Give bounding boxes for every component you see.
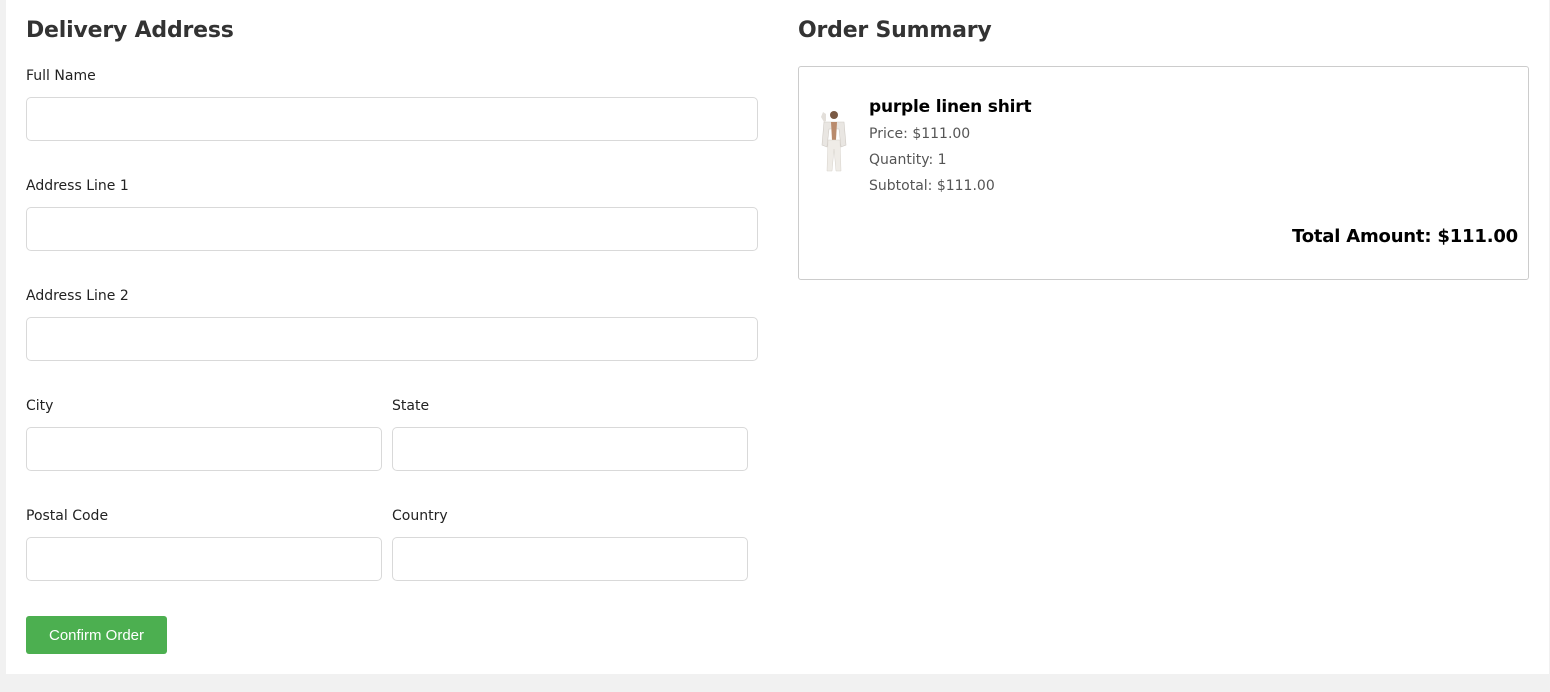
address-line-1-input[interactable] [26, 207, 758, 251]
state-label: State [392, 398, 430, 414]
order-summary-heading: Order Summary [798, 18, 992, 43]
full-name-input[interactable] [26, 97, 758, 141]
postal-code-label: Postal Code [26, 508, 109, 524]
address-line-1-label: Address Line 1 [26, 178, 129, 194]
checkout-page: Delivery Address Full Name Address Line … [6, 0, 1549, 674]
order-summary-box: purple linen shirt Price: $111.00 Quanti… [798, 66, 1529, 280]
product-price: Price: $111.00 [869, 126, 971, 142]
delivery-address-heading: Delivery Address [26, 18, 234, 43]
product-subtotal: Subtotal: $111.00 [869, 178, 995, 194]
address-line-2-input[interactable] [26, 317, 758, 361]
full-name-label: Full Name [26, 68, 96, 84]
country-label: Country [392, 508, 448, 524]
state-input[interactable] [392, 427, 748, 471]
postal-code-input[interactable] [26, 537, 382, 581]
total-amount-label: Total Amount: [1292, 226, 1432, 247]
total-amount: Total Amount: $111.00 [1292, 226, 1518, 247]
confirm-order-button[interactable]: Confirm Order [26, 616, 167, 654]
country-input[interactable] [392, 537, 748, 581]
product-quantity: Quantity: 1 [869, 152, 947, 168]
total-amount-value: $111.00 [1437, 226, 1518, 247]
address-line-2-label: Address Line 2 [26, 288, 129, 304]
city-input[interactable] [26, 427, 382, 471]
product-name: purple linen shirt [869, 97, 1032, 117]
product-thumbnail[interactable] [815, 107, 851, 173]
city-label: City [26, 398, 54, 414]
